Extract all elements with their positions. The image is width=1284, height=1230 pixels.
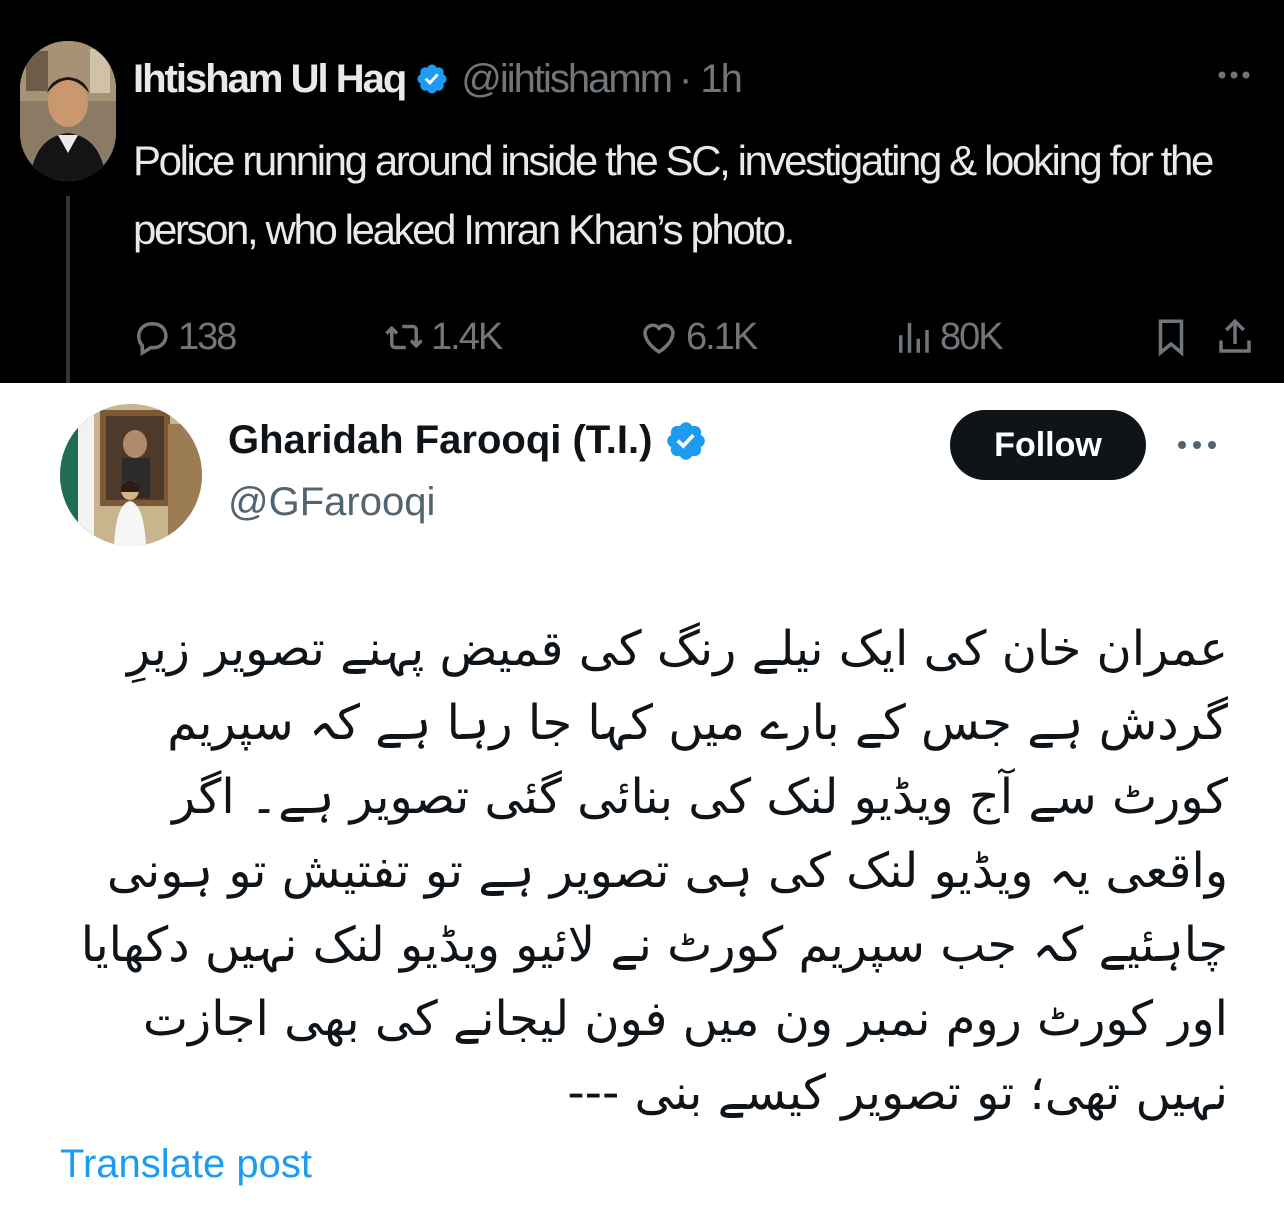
follow-button[interactable]: Follow [950,410,1146,480]
avatar-photo [60,404,202,546]
reply-count: 138 [178,315,237,358]
tweet-text: عمران خان کی ایک نیلے رنگ کی قمیض پہنے ت… [80,621,1228,1121]
views-button[interactable]: 80K [892,305,1004,369]
bookmark-icon [1158,319,1184,357]
tweet-text: Police running around inside the SC, inv… [133,137,1214,253]
timestamp[interactable]: 1h [700,57,742,102]
avatar[interactable] [60,404,202,546]
translate-post-link[interactable]: Translate post [60,1142,312,1187]
more-icon[interactable] [1174,430,1220,460]
author-name-row: Gharidah Farooqi (T.I.) [228,418,708,463]
author-handle[interactable]: @iihtishamm [461,57,673,102]
action-bar: 138 1.4K 6.1K 80K [130,305,1260,369]
reply-button[interactable]: 138 [130,305,237,369]
quoted-tweet-dark[interactable]: Ihtisham Ul Haq @iihtishamm · 1h Police … [0,0,1284,383]
bookmark-button[interactable] [1150,305,1198,369]
repost-button[interactable]: 1.4K [383,305,503,369]
like-count: 6.1K [686,315,758,358]
share-icon [1219,318,1251,353]
avatar-photo [20,41,116,181]
repost-count: 1.4K [431,315,503,358]
separator-dot: · [679,56,693,101]
retweet-icon [385,324,423,350]
avatar[interactable] [20,41,116,181]
reply-icon [136,322,168,357]
like-icon [643,323,675,354]
views-icon [899,323,929,353]
author-name[interactable]: Ihtisham Ul Haq [133,57,407,102]
like-button[interactable]: 6.1K [638,305,758,369]
views-count: 80K [940,315,1004,358]
verified-badge-icon [415,62,449,96]
thread-line [66,196,70,383]
author-name[interactable]: Gharidah Farooqi (T.I.) [228,418,652,463]
tweet-header: Ihtisham Ul Haq @iihtishamm · 1h [133,52,743,106]
more-icon[interactable] [1216,60,1252,90]
verified-badge-icon [664,419,708,463]
share-button[interactable] [1214,305,1262,369]
author-handle[interactable]: @GFarooqi [228,480,435,525]
